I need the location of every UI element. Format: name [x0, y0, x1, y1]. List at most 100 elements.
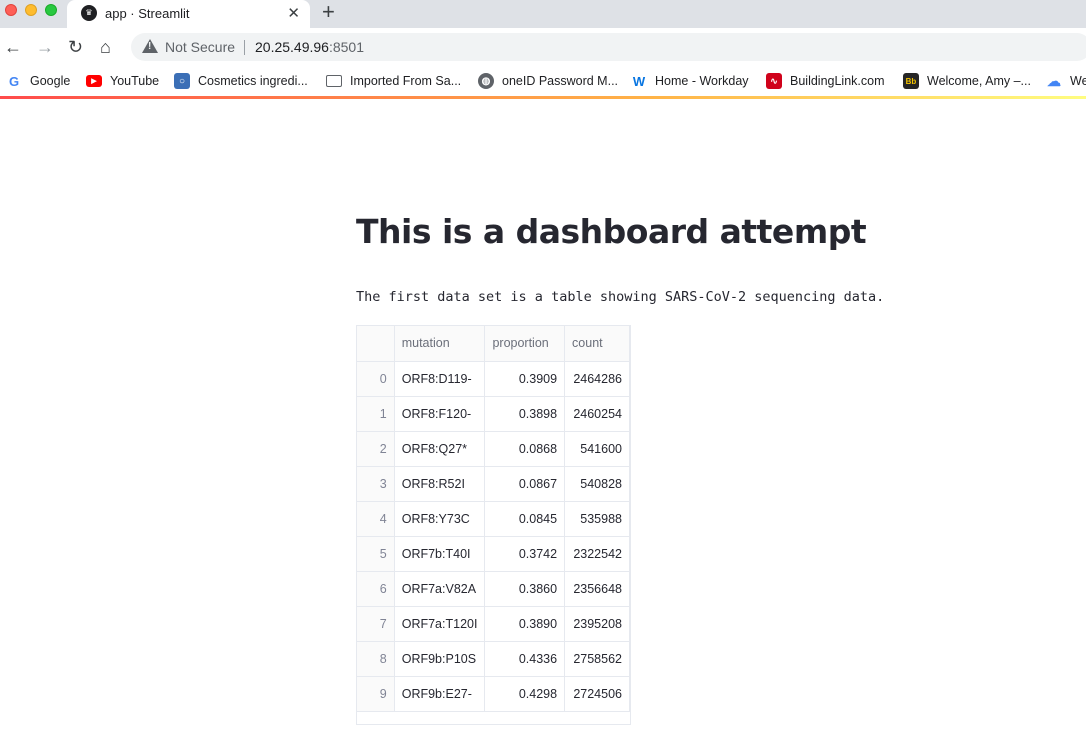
page-title: This is a dashboard attempt: [356, 212, 867, 251]
cell-count[interactable]: 2322542: [564, 536, 630, 572]
tab-strip: ♛ app · Streamlit ✕ +: [0, 0, 1086, 28]
cell-proportion[interactable]: 0.0845: [484, 501, 566, 537]
streamlit-crown-icon: ♛: [81, 5, 97, 21]
cell-proportion[interactable]: 0.3898: [484, 396, 566, 432]
table-header-row: mutation proportion count: [357, 326, 630, 362]
close-window-button[interactable]: [5, 4, 17, 16]
cell-mutation[interactable]: ORF7b:T40I: [394, 536, 486, 572]
bookmark-youtube[interactable]: ▶ YouTube: [86, 72, 159, 90]
bookmarks-bar: G Google ▶ YouTube ○ Cosmetics ingredi..…: [0, 66, 1086, 96]
table-row: 9 ORF9b:E27- 0.4298 2724506: [357, 676, 630, 712]
intro-text: The first data set is a table showing SA…: [356, 289, 885, 305]
cell-mutation[interactable]: ORF8:F120-: [394, 396, 486, 432]
back-button[interactable]: ←: [4, 37, 22, 57]
cloud-icon: ☁: [1047, 72, 1061, 89]
cell-proportion[interactable]: 0.4336: [484, 641, 566, 677]
row-index[interactable]: 2: [357, 431, 395, 467]
row-index[interactable]: 4: [357, 501, 395, 537]
globe-icon: ◍: [478, 73, 494, 89]
url-port: :8501: [328, 39, 365, 55]
tab-title: app · Streamlit: [105, 6, 190, 21]
cell-count[interactable]: 541600: [564, 431, 630, 467]
cell-proportion[interactable]: 0.3909: [484, 361, 566, 397]
bookmark-blackboard[interactable]: Bb Welcome, Amy –...: [903, 72, 1031, 90]
address-divider: [244, 40, 245, 55]
cell-count[interactable]: 2758562: [564, 641, 630, 677]
column-header-proportion[interactable]: proportion: [484, 326, 566, 362]
bookmark-cosmetics[interactable]: ○ Cosmetics ingredi...: [174, 72, 308, 90]
cell-proportion[interactable]: 0.0868: [484, 431, 566, 467]
cell-count[interactable]: 2464286: [564, 361, 630, 397]
workday-icon: W: [632, 73, 646, 89]
blackboard-icon: Bb: [903, 73, 919, 89]
cell-mutation[interactable]: ORF9b:E27-: [394, 676, 486, 712]
bookmark-buildinglink[interactable]: ∿ BuildingLink.com: [766, 72, 885, 90]
row-index[interactable]: 9: [357, 676, 395, 712]
cell-count[interactable]: 2724506: [564, 676, 630, 712]
row-index[interactable]: 1: [357, 396, 395, 432]
youtube-icon: ▶: [86, 75, 102, 87]
reload-button[interactable]: ↻: [68, 37, 83, 57]
table-row: 8 ORF9b:P10S 0.4336 2758562: [357, 641, 630, 677]
cell-mutation[interactable]: ORF7a:V82A: [394, 571, 486, 607]
browser-tab[interactable]: ♛ app · Streamlit ✕: [67, 0, 310, 28]
cell-count[interactable]: 535988: [564, 501, 630, 537]
bookmark-google[interactable]: G Google: [6, 72, 70, 90]
cell-mutation[interactable]: ORF8:D119-: [394, 361, 486, 397]
cell-mutation[interactable]: ORF9b:P10S: [394, 641, 486, 677]
row-index[interactable]: 5: [357, 536, 395, 572]
cell-count[interactable]: 2395208: [564, 606, 630, 642]
bookmark-label: Imported From Sa...: [350, 74, 462, 88]
warning-icon[interactable]: [142, 39, 158, 53]
row-index[interactable]: 6: [357, 571, 395, 607]
table-row: 2 ORF8:Q27* 0.0868 541600: [357, 431, 630, 467]
cell-mutation[interactable]: ORF8:Q27*: [394, 431, 486, 467]
forward-button[interactable]: →: [36, 37, 54, 57]
column-header-count[interactable]: count: [564, 326, 630, 362]
table-body: 0 ORF8:D119- 0.3909 2464286 1 ORF8:F120- 0.389…: [357, 361, 630, 712]
security-label[interactable]: Not Secure: [165, 39, 235, 55]
fullscreen-window-button[interactable]: [45, 4, 57, 16]
url-text[interactable]: 20.25.49.96:8501: [255, 39, 364, 55]
column-header-mutation[interactable]: mutation: [394, 326, 486, 362]
bookmark-label: YouTube: [110, 74, 160, 88]
cell-mutation[interactable]: ORF8:R52I: [394, 466, 486, 502]
close-tab-icon[interactable]: ✕: [287, 4, 300, 22]
cell-proportion[interactable]: 0.3890: [484, 606, 566, 642]
cell-count[interactable]: 2460254: [564, 396, 630, 432]
bookmark-workday[interactable]: W Home - Workday: [631, 72, 749, 90]
table-row: 4 ORF8:Y73C 0.0845 535988: [357, 501, 630, 537]
table-row: 5 ORF7b:T40I 0.3742 2322542: [357, 536, 630, 572]
url-host: 20.25.49.96: [255, 39, 329, 55]
cell-count[interactable]: 540828: [564, 466, 630, 502]
bookmark-label: Google: [30, 74, 71, 88]
row-index[interactable]: 8: [357, 641, 395, 677]
cell-count[interactable]: 2356648: [564, 571, 630, 607]
bookmark-imported-folder[interactable]: Imported From Sa...: [326, 72, 461, 90]
minimize-window-button[interactable]: [25, 4, 37, 16]
cell-mutation[interactable]: ORF8:Y73C: [394, 501, 486, 537]
table-row: 3 ORF8:R52I 0.0867 540828: [357, 466, 630, 502]
bookmark-oneid[interactable]: ◍ oneID Password M...: [478, 72, 618, 90]
buildinglink-icon: ∿: [766, 73, 782, 89]
cell-proportion[interactable]: 0.3742: [484, 536, 566, 572]
bookmark-label: oneID Password M...: [502, 74, 619, 88]
streamlit-header-decoration: [0, 96, 1086, 99]
cell-proportion[interactable]: 0.3860: [484, 571, 566, 607]
bookmark-label: Welcome, Amy –...: [927, 74, 1031, 88]
table-row: 0 ORF8:D119- 0.3909 2464286: [357, 361, 630, 397]
home-button[interactable]: ⌂: [100, 37, 111, 57]
cell-proportion[interactable]: 0.0867: [484, 466, 566, 502]
index-header[interactable]: [357, 326, 395, 362]
row-index[interactable]: 0: [357, 361, 395, 397]
browser-toolbar: ← → ↻ ⌂ Not Secure 20.25.49.96:8501: [0, 28, 1086, 66]
row-index[interactable]: 3: [357, 466, 395, 502]
dataframe[interactable]: mutation proportion count 0 ORF8:D119- 0.3…: [356, 325, 631, 725]
new-tab-button[interactable]: +: [322, 1, 335, 23]
cell-proportion[interactable]: 0.4298: [484, 676, 566, 712]
address-bar[interactable]: Not Secure 20.25.49.96:8501: [131, 33, 1086, 61]
bookmark-cloud[interactable]: ☁ We: [1046, 72, 1086, 90]
bookmark-label: BuildingLink.com: [790, 74, 885, 88]
cell-mutation[interactable]: ORF7a:T120I: [394, 606, 486, 642]
row-index[interactable]: 7: [357, 606, 395, 642]
